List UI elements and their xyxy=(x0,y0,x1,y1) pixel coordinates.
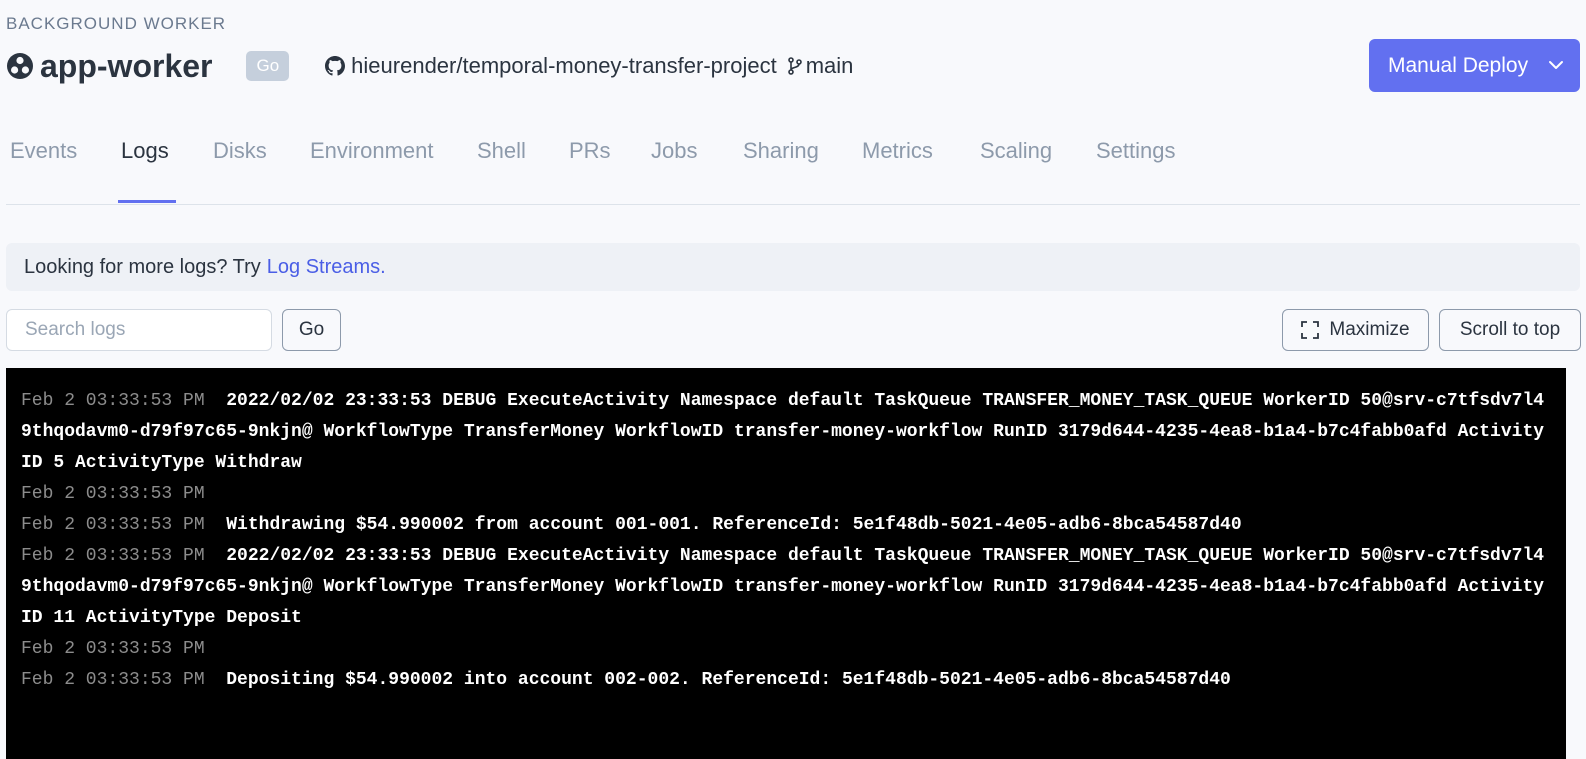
tab-scaling[interactable]: Scaling xyxy=(980,138,1052,164)
service-type-label: BACKGROUND WORKER xyxy=(6,14,227,33)
repo-link[interactable]: hieurender/temporal-money-transfer-proje… xyxy=(325,53,777,79)
maximize-label: Maximize xyxy=(1329,319,1410,340)
tab-sharing[interactable]: Sharing xyxy=(743,138,819,164)
notice-text: Looking for more logs? Try xyxy=(24,255,261,278)
worker-icon xyxy=(6,52,34,80)
branch-link[interactable]: main xyxy=(787,53,854,79)
log-timestamp: Feb 2 03:33:53 PM xyxy=(21,546,205,566)
log-message: 2022/02/02 23:33:53 DEBUG ExecuteActivit… xyxy=(21,546,1545,628)
scroll-to-top-button[interactable]: Scroll to top xyxy=(1439,309,1581,351)
active-tab-indicator xyxy=(118,200,176,203)
log-timestamp: Feb 2 03:33:53 PM xyxy=(21,391,205,411)
manual-deploy-button[interactable]: Manual Deploy xyxy=(1369,39,1580,92)
log-streams-link[interactable]: Log Streams. xyxy=(267,256,386,279)
tab-bar: Events Logs Disks Environment Shell PRs … xyxy=(6,124,1580,205)
maximize-button[interactable]: Maximize xyxy=(1282,309,1429,351)
log-timestamp: Feb 2 03:33:53 PM xyxy=(21,484,205,504)
log-timestamp: Feb 2 03:33:53 PM xyxy=(21,515,205,535)
log-message: 2022/02/02 23:33:53 DEBUG ExecuteActivit… xyxy=(21,391,1545,473)
tab-prs[interactable]: PRs xyxy=(569,138,611,164)
log-message: Depositing $54.990002 into account 002-0… xyxy=(226,670,1231,690)
log-streams-notice: Looking for more logs? Try Log Streams. xyxy=(6,243,1580,291)
language-badge: Go xyxy=(246,51,290,81)
manual-deploy-label: Manual Deploy xyxy=(1388,53,1529,77)
branch-name: main xyxy=(805,53,854,78)
log-message: Withdrawing $54.990002 from account 001-… xyxy=(226,515,1242,535)
log-line: Feb 2 03:33:53 PM Depositing $54.990002 … xyxy=(21,665,1551,696)
tab-metrics[interactable]: Metrics xyxy=(862,138,933,164)
tab-events[interactable]: Events xyxy=(10,138,77,164)
log-timestamp: Feb 2 03:33:53 PM xyxy=(21,639,205,659)
chevron-down-icon[interactable] xyxy=(1548,57,1564,73)
log-line: Feb 2 03:33:53 PM xyxy=(21,634,1551,665)
repo-name: hieurender/temporal-money-transfer-proje… xyxy=(351,53,777,78)
github-icon xyxy=(325,56,346,76)
maximize-icon xyxy=(1301,321,1320,339)
log-line: Feb 2 03:33:53 PM Withdrawing $54.990002… xyxy=(21,510,1551,541)
search-go-button[interactable]: Go xyxy=(282,309,341,351)
tab-shell[interactable]: Shell xyxy=(477,138,526,164)
search-logs-input[interactable] xyxy=(6,309,272,351)
service-page: BACKGROUND WORKER app-worker Go hieurend… xyxy=(0,0,1586,759)
tab-disks[interactable]: Disks xyxy=(213,138,267,164)
log-line: Feb 2 03:33:53 PM 2022/02/02 23:33:53 DE… xyxy=(21,386,1551,479)
tab-settings[interactable]: Settings xyxy=(1096,138,1176,164)
log-output[interactable]: Feb 2 03:33:53 PM 2022/02/02 23:33:53 DE… xyxy=(6,368,1566,759)
title-row: app-worker Go hieurender/temporal-money-… xyxy=(6,46,853,86)
service-name: app-worker xyxy=(40,47,213,84)
log-line: Feb 2 03:33:53 PM xyxy=(21,479,1551,510)
tab-jobs[interactable]: Jobs xyxy=(651,138,697,164)
tab-logs[interactable]: Logs xyxy=(121,138,169,164)
git-branch-icon xyxy=(787,57,803,75)
tab-environment[interactable]: Environment xyxy=(310,138,434,164)
log-line: Feb 2 03:33:53 PM 2022/02/02 23:33:53 DE… xyxy=(21,541,1551,634)
log-timestamp: Feb 2 03:33:53 PM xyxy=(21,670,205,690)
